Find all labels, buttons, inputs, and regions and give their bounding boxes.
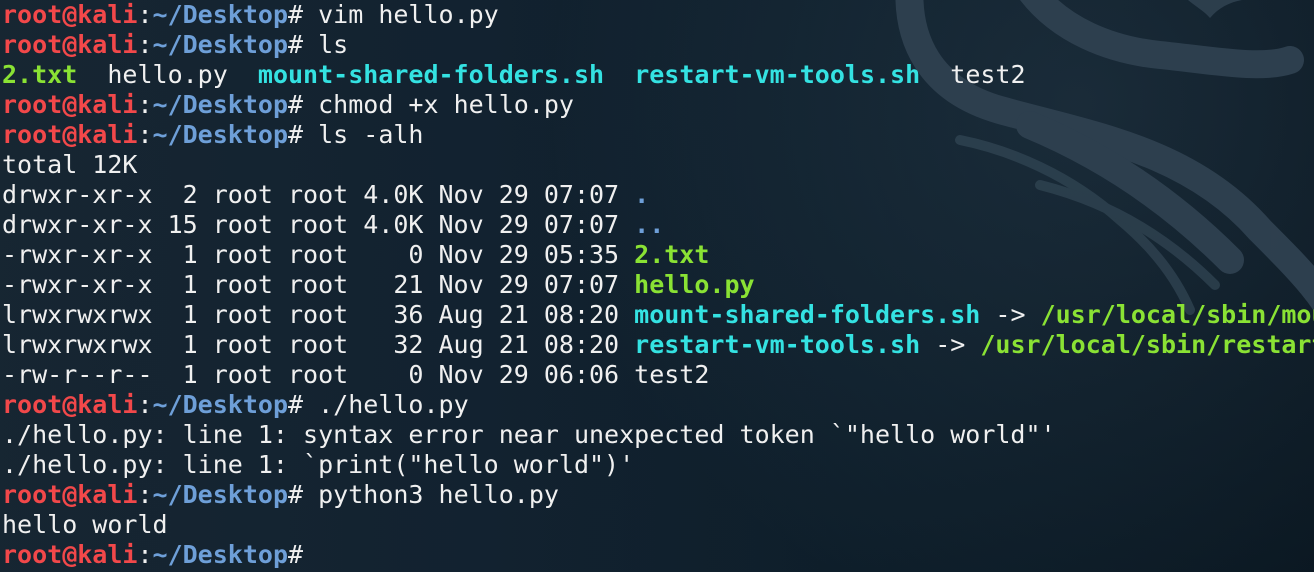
- ls-item-plain: [604, 60, 634, 89]
- command-text: ls -alh: [303, 120, 424, 149]
- terminal-prompt-line: root@kali:~/Desktop#: [2, 540, 1314, 570]
- file-name: .: [634, 180, 650, 209]
- prompt-user: root@kali: [2, 0, 138, 29]
- ls-item-plain: test2: [920, 60, 1026, 89]
- terminal-output-line: ./hello.py: line 1: syntax error near un…: [2, 420, 1314, 450]
- prompt-path: ~/Desktop: [152, 390, 288, 419]
- prompt-symbol: #: [288, 0, 304, 29]
- ls-item-link: mount-shared-folders.sh: [257, 60, 605, 89]
- prompt-separator: :: [137, 480, 153, 509]
- prompt-path: ~/Desktop: [152, 120, 288, 149]
- output-text: ./hello.py: line 1: syntax error near un…: [2, 420, 1056, 449]
- prompt-user: root@kali: [2, 120, 138, 149]
- symlink-target: /usr/local/sbin/restart: [980, 330, 1314, 359]
- prompt-path: ~/Desktop: [152, 540, 288, 569]
- prompt-separator: :: [137, 30, 153, 59]
- command-text: ./hello.py: [303, 390, 469, 419]
- prompt-user: root@kali: [2, 480, 138, 509]
- terminal-output[interactable]: root@kali:~/Desktop# vim hello.py root@ka…: [2, 0, 1314, 572]
- output-text: hello world: [2, 510, 168, 539]
- file-metadata: -rw-r--r-- 1 root root 0 Nov 29 06:06: [2, 360, 635, 389]
- prompt-separator: :: [137, 540, 153, 569]
- terminal-prompt-line: root@kali:~/Desktop# ls -alh: [2, 120, 1314, 150]
- file-metadata: drwxr-xr-x 2 root root 4.0K Nov 29 07:07: [2, 180, 635, 209]
- symlink-arrow: ->: [920, 330, 981, 359]
- ls-item-exec: 2.txt: [2, 60, 78, 89]
- terminal-prompt-line: root@kali:~/Desktop# chmod +x hello.py: [2, 90, 1314, 120]
- prompt-user: root@kali: [2, 540, 138, 569]
- file-name: 2.txt: [634, 240, 710, 269]
- file-name: mount-shared-folders.sh: [634, 300, 981, 329]
- symlink-target: /usr/local/sbin/mou: [1040, 300, 1314, 329]
- command-text: vim hello.py: [303, 0, 499, 29]
- terminal-output-line: total 12K: [2, 150, 1314, 180]
- prompt-symbol: #: [288, 30, 304, 59]
- prompt-path: ~/Desktop: [152, 90, 288, 119]
- prompt-path: ~/Desktop: [152, 480, 288, 509]
- terminal-prompt-line: root@kali:~/Desktop# python3 hello.py: [2, 480, 1314, 510]
- file-metadata: lrwxrwxrwx 1 root root 36 Aug 21 08:20: [2, 300, 635, 329]
- file-name: ..: [634, 210, 665, 239]
- terminal-output-line: lrwxrwxrwx 1 root root 32 Aug 21 08:20 r…: [2, 330, 1314, 360]
- file-name: hello.py: [634, 270, 755, 299]
- terminal-output-line: lrwxrwxrwx 1 root root 36 Aug 21 08:20 m…: [2, 300, 1314, 330]
- prompt-symbol: #: [288, 480, 304, 509]
- prompt-symbol: #: [288, 390, 304, 419]
- terminal-prompt-line: root@kali:~/Desktop# ./hello.py: [2, 390, 1314, 420]
- prompt-path: ~/Desktop: [152, 0, 288, 29]
- file-name: test2: [634, 360, 710, 389]
- command-text: ls: [303, 30, 349, 59]
- prompt-separator: :: [137, 0, 153, 29]
- prompt-separator: :: [137, 120, 153, 149]
- prompt-symbol: #: [288, 90, 304, 119]
- file-metadata: drwxr-xr-x 15 root root 4.0K Nov 29 07:0…: [2, 210, 635, 239]
- file-metadata: -rwxr-xr-x 1 root root 21 Nov 29 07:07: [2, 270, 635, 299]
- prompt-separator: :: [137, 390, 153, 419]
- terminal-output-line: hello world: [2, 510, 1314, 540]
- terminal-prompt-line: root@kali:~/Desktop# vim hello.py: [2, 0, 1314, 30]
- prompt-symbol: #: [288, 120, 304, 149]
- prompt-user: root@kali: [2, 390, 138, 419]
- terminal-output-line: -rw-r--r-- 1 root root 0 Nov 29 06:06 te…: [2, 360, 1314, 390]
- command-text: python3 hello.py: [303, 480, 559, 509]
- terminal-output-line: ./hello.py: line 1: `print("hello world"…: [2, 450, 1314, 480]
- terminal-output-line: drwxr-xr-x 15 root root 4.0K Nov 29 07:0…: [2, 210, 1314, 240]
- terminal-output-line: drwxr-xr-x 2 root root 4.0K Nov 29 07:07…: [2, 180, 1314, 210]
- terminal-prompt-line: root@kali:~/Desktop# ls: [2, 30, 1314, 60]
- terminal-output-line: 2.txt hello.py mount-shared-folders.sh r…: [2, 60, 1314, 90]
- output-text: total 12K: [2, 150, 138, 179]
- command-text: chmod +x hello.py: [303, 90, 574, 119]
- prompt-separator: :: [137, 90, 153, 119]
- ls-item-link: restart-vm-tools.sh: [634, 60, 921, 89]
- prompt-user: root@kali: [2, 90, 138, 119]
- prompt-path: ~/Desktop: [152, 30, 288, 59]
- ls-item-plain: hello.py: [77, 60, 258, 89]
- output-text: ./hello.py: line 1: `print("hello world"…: [2, 450, 635, 479]
- file-name: restart-vm-tools.sh: [634, 330, 921, 359]
- prompt-user: root@kali: [2, 30, 138, 59]
- file-metadata: lrwxrwxrwx 1 root root 32 Aug 21 08:20: [2, 330, 635, 359]
- terminal-output-line: -rwxr-xr-x 1 root root 21 Nov 29 07:07 h…: [2, 270, 1314, 300]
- file-metadata: -rwxr-xr-x 1 root root 0 Nov 29 05:35: [2, 240, 635, 269]
- symlink-arrow: ->: [980, 300, 1041, 329]
- prompt-symbol: #: [288, 540, 304, 569]
- terminal-output-line: -rwxr-xr-x 1 root root 0 Nov 29 05:35 2.…: [2, 240, 1314, 270]
